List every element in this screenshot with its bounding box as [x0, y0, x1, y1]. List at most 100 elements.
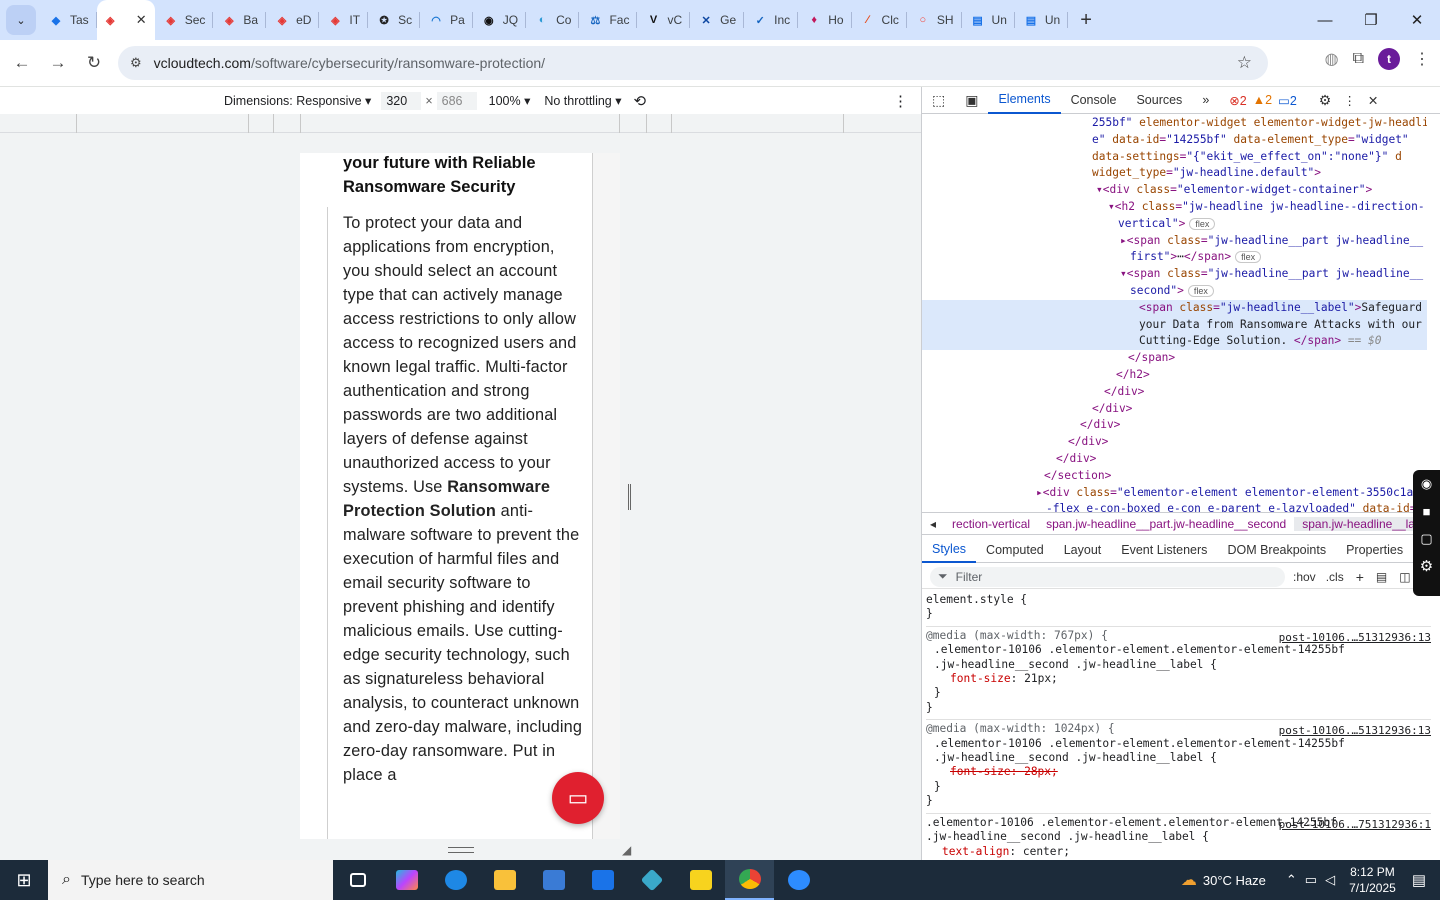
selected-dom-node[interactable]: <span class="jw-headline__label">Safegua…	[922, 299, 1427, 351]
rule-source-link[interactable]: post-10106.…51312936:13	[1279, 724, 1431, 738]
breadcrumb-item[interactable]: rection-vertical	[944, 517, 1038, 531]
dimensions-dropdown[interactable]: Dimensions: Responsive ▾	[224, 93, 371, 108]
viewport-resize-handle-bottom[interactable]	[448, 847, 474, 853]
media-query-ruler[interactable]	[0, 114, 921, 133]
subtab-properties[interactable]: Properties	[1336, 537, 1413, 563]
close-window-icon[interactable]: ✕	[1394, 0, 1440, 40]
windows-start-icon[interactable]: ⊞	[0, 860, 48, 900]
tab-console[interactable]: Console	[1061, 87, 1127, 114]
breadcrumb-back-icon[interactable]: ◂	[922, 517, 944, 531]
notifications-icon[interactable]: ▤	[1412, 871, 1426, 889]
close-devtools-icon[interactable]: ✕	[1368, 93, 1378, 108]
browser-tab[interactable]: ◈ ✕	[96, 0, 155, 40]
browser-tab[interactable]: ◉ JQ	[473, 0, 527, 40]
browser-tab[interactable]: ◐ Co	[526, 0, 580, 40]
info-count[interactable]: ▭2	[1278, 93, 1297, 108]
browser-tab[interactable]: ♦ Ho	[798, 0, 852, 40]
browser-tab[interactable]: ▤ Un	[962, 0, 1015, 40]
restore-icon[interactable]: ❐	[1348, 0, 1394, 40]
subtab-layout[interactable]: Layout	[1054, 537, 1112, 563]
window-icon[interactable]: ▢	[1413, 531, 1440, 547]
taskbar-search-box[interactable]: ⌕ Type here to search	[48, 860, 333, 900]
style-rule-base[interactable]: post-10106.…751312936:1 .elementor-10106…	[926, 814, 1431, 863]
subtab-computed[interactable]: Computed	[976, 537, 1054, 563]
browser-tab[interactable]: ⚖ Fac	[579, 0, 638, 40]
sticky-notes-icon[interactable]	[676, 860, 725, 900]
weather-text[interactable]: 30°C Haze	[1203, 873, 1266, 888]
browser-tab[interactable]: ∕ Clc	[852, 0, 907, 40]
style-rule-1024[interactable]: @media (max-width: 1024px) { post-10106.…	[926, 720, 1431, 814]
tab-search-button[interactable]: ⌄	[6, 5, 36, 35]
volume-icon[interactable]: ◁	[1325, 872, 1335, 888]
new-rule-icon[interactable]: +	[1356, 569, 1364, 585]
error-count[interactable]: ⊗2	[1229, 93, 1246, 108]
tab-sources[interactable]: Sources	[1126, 87, 1192, 114]
zoom-dropdown[interactable]: 100% ▾	[489, 93, 531, 108]
zoom-app-icon[interactable]	[774, 860, 823, 900]
rotate-icon[interactable]: ⟲	[634, 92, 647, 110]
network-icon[interactable]: ▭	[1305, 872, 1317, 888]
style-rule-767[interactable]: @media (max-width: 767px) { post-10106.……	[926, 627, 1431, 721]
reload-icon[interactable]: ↻	[76, 53, 112, 73]
width-input[interactable]: 320	[381, 91, 422, 110]
file-explorer-icon[interactable]	[480, 860, 529, 900]
close-tab-icon[interactable]: ✕	[136, 12, 147, 28]
styles-filter-input[interactable]: ⏷ Filter	[930, 566, 1285, 587]
css-property[interactable]: text-align	[942, 845, 1009, 858]
minimize-icon[interactable]: —	[1302, 0, 1348, 40]
style-rule-element[interactable]: element.style { }	[926, 591, 1431, 627]
settings-gear-icon[interactable]: ⚙	[1319, 92, 1332, 109]
toggle-device-icon[interactable]: ▣	[955, 87, 988, 114]
browser-tab[interactable]: VvC	[637, 0, 691, 40]
chat-button[interactable]: ▭	[552, 772, 604, 824]
gear-icon[interactable]: ⚙	[1413, 557, 1440, 575]
rule-source-link[interactable]: post-10106.…51312936:13	[1279, 631, 1431, 645]
viewport-resize-handle-right[interactable]	[628, 484, 631, 510]
copilot-icon[interactable]	[382, 860, 431, 900]
warning-count[interactable]: ▲2	[1253, 93, 1272, 107]
css-value[interactable]: center;	[1023, 845, 1070, 858]
bookmark-star-icon[interactable]: ☆	[1237, 53, 1252, 73]
store-icon[interactable]	[529, 860, 578, 900]
viewport-resize-corner[interactable]: ◢	[622, 843, 631, 857]
browser-tab[interactable]: ▤ Un	[1015, 0, 1069, 40]
inspect-element-icon[interactable]: ⬚	[922, 87, 955, 114]
browser-tab[interactable]: ◈ IT	[319, 0, 369, 40]
forward-icon[interactable]: →	[40, 53, 76, 73]
video-icon[interactable]: ■	[1413, 504, 1440, 519]
devtools-menu-icon[interactable]: ⋮	[1343, 93, 1356, 108]
chevron-up-icon[interactable]: ⌃	[1286, 872, 1297, 888]
dom-tree[interactable]: 255bf" elementor-widget elementor-widget…	[922, 115, 1427, 515]
browser-tab[interactable]: ✓ Inc	[744, 0, 799, 40]
browser-menu-icon[interactable]: ⋮	[1414, 49, 1430, 69]
translate-icon[interactable]: ◍	[1325, 49, 1339, 69]
rule-source-link[interactable]: post-10106.…751312936:1	[1279, 818, 1431, 832]
profile-avatar[interactable]: t	[1378, 48, 1400, 70]
subtab-styles[interactable]: Styles	[922, 537, 977, 563]
browser-tab[interactable]: ○ SH	[907, 0, 962, 40]
css-property[interactable]: font-size	[950, 672, 1011, 685]
browser-tab[interactable]: ◆ Tas	[40, 0, 97, 40]
more-tabs-icon[interactable]: »	[1192, 87, 1219, 114]
browser-tab[interactable]: ◈ Sec	[155, 0, 214, 40]
height-input[interactable]: 686	[436, 91, 477, 110]
tab-elements[interactable]: Elements	[988, 87, 1061, 114]
clock[interactable]: 8:12 PM 7/1/2025	[1349, 864, 1396, 896]
browser-tab[interactable]: ◈ Ba	[213, 0, 267, 40]
throttling-dropdown[interactable]: No throttling ▾	[544, 93, 621, 108]
url-bar[interactable]: ⚙ vcloudtech.com/software/cybersecurity/…	[118, 46, 1268, 80]
back-icon[interactable]: ←	[4, 53, 40, 73]
extensions-icon[interactable]: ⧉	[1353, 50, 1364, 68]
chrome-icon[interactable]	[725, 860, 774, 900]
subtab-dom-breakpoints[interactable]: DOM Breakpoints	[1217, 537, 1336, 563]
browser-tab[interactable]: ✕ Ge	[690, 0, 745, 40]
app-diamond-icon[interactable]	[627, 860, 676, 900]
task-view-icon[interactable]	[333, 860, 382, 900]
new-tab-button[interactable]: +	[1080, 9, 1104, 32]
cls-toggle[interactable]: .cls	[1326, 570, 1344, 584]
browser-tab[interactable]: ◠ Pa	[420, 0, 473, 40]
sidebar-toggle-icon[interactable]: ◫	[1399, 570, 1410, 584]
hov-toggle[interactable]: :hov	[1293, 570, 1316, 584]
mail-icon[interactable]	[578, 860, 627, 900]
weather-icon[interactable]: ☁	[1181, 870, 1197, 890]
